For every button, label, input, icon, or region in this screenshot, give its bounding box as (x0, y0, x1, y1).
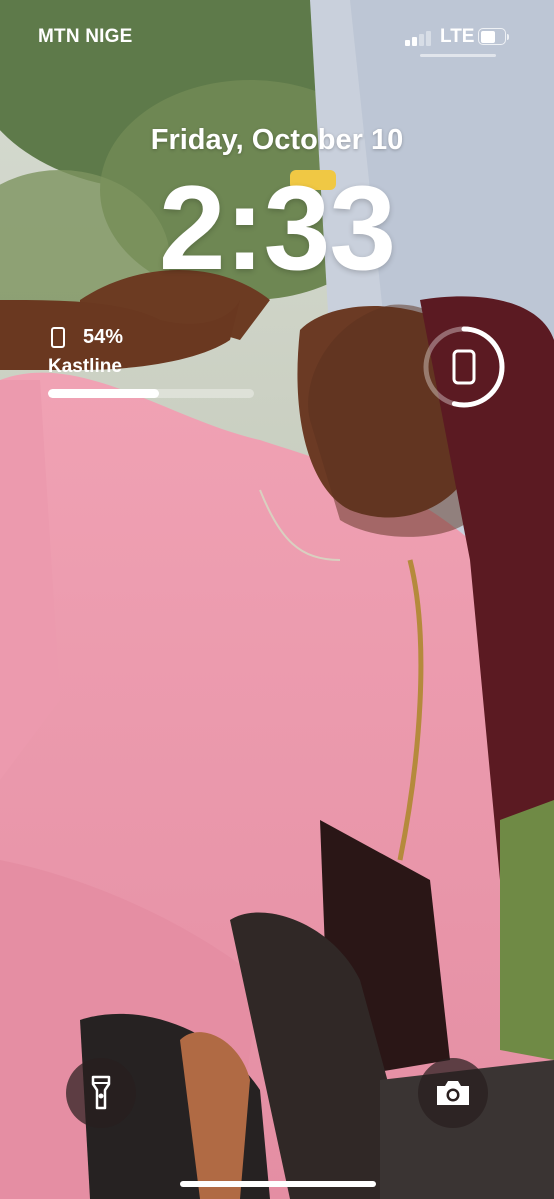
lock-screen-date: Friday, October 10 (150, 124, 404, 156)
camera-icon (437, 1081, 469, 1105)
carrier-name: MTN NIGE (38, 26, 133, 47)
battery-percent: 54% (83, 326, 124, 348)
battery-widget[interactable]: 54% Kastline (48, 322, 258, 402)
home-indicator[interactable] (180, 1181, 376, 1187)
battery-icon (478, 28, 509, 45)
battery-level-bar (48, 389, 254, 398)
camera-button[interactable] (418, 1058, 488, 1128)
battery-level-fill (48, 389, 160, 398)
network-type: LTE (440, 26, 475, 47)
lock-screen-time: 2:33 (158, 161, 396, 295)
control-center-indicator[interactable] (420, 54, 496, 57)
battery-ring-widget[interactable] (422, 325, 506, 409)
phone-icon (51, 327, 65, 348)
status-bar: MTN NIGE LTE (0, 26, 554, 50)
device-name: Kastline (48, 356, 122, 377)
flashlight-button[interactable] (66, 1058, 136, 1128)
flashlight-icon (91, 1075, 111, 1110)
cellular-signal-icon (405, 30, 435, 46)
phone-icon (452, 349, 476, 385)
